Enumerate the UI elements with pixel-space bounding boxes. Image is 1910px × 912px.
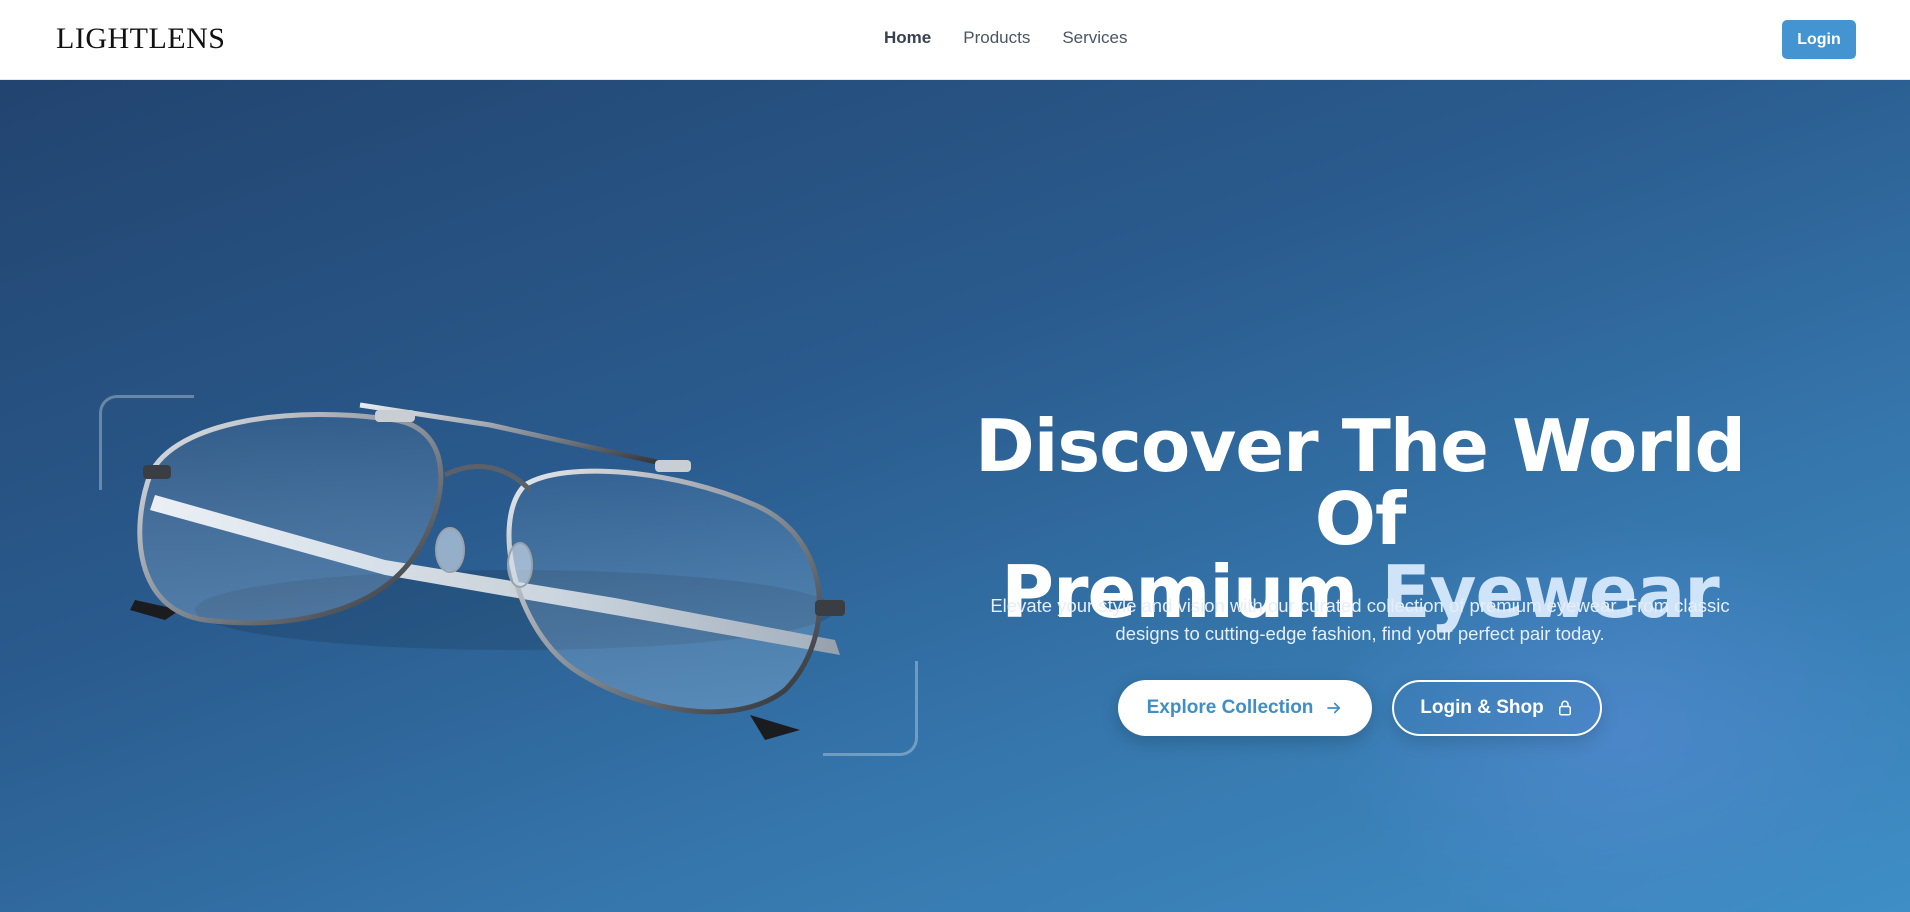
lock-icon	[1556, 699, 1574, 717]
main-nav: Home Products Services	[884, 28, 1128, 48]
nav-link-products[interactable]: Products	[963, 28, 1030, 48]
hero-title-line1: Discover The World Of	[974, 404, 1746, 561]
hero-image	[95, 310, 925, 760]
eyeglasses-illustration	[130, 402, 845, 740]
nav-link-home[interactable]: Home	[884, 28, 931, 48]
arrow-right-icon	[1325, 699, 1343, 717]
login-button[interactable]: Login	[1782, 20, 1856, 59]
login-and-shop-button[interactable]: Login & Shop	[1392, 680, 1602, 736]
login-and-shop-label: Login & Shop	[1420, 697, 1544, 718]
top-navbar: LIGHTLENS Home Products Services Login	[0, 0, 1910, 80]
nav-link-services[interactable]: Services	[1062, 28, 1127, 48]
explore-collection-label: Explore Collection	[1146, 697, 1314, 718]
hero-description: Elevate your style and vision with our c…	[990, 595, 1730, 644]
explore-collection-button[interactable]: Explore Collection	[1118, 680, 1372, 736]
brand-logo[interactable]: LIGHTLENS	[56, 22, 225, 56]
hero-section: Discover The World Of Premium Eyewear El…	[0, 80, 1910, 912]
